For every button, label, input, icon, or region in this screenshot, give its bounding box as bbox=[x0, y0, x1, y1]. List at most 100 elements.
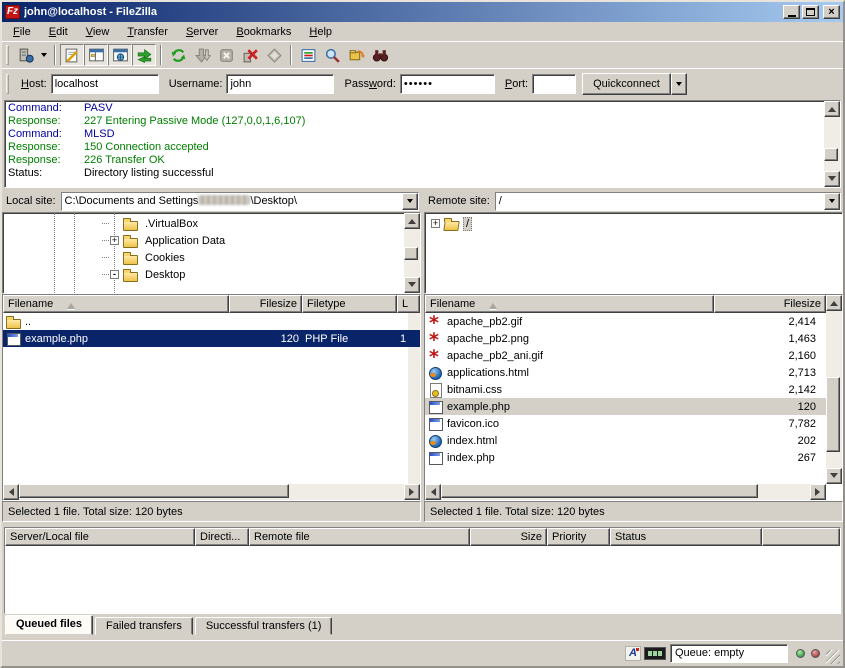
menu-transfer[interactable]: Transfer bbox=[118, 23, 177, 41]
reconnect-button[interactable] bbox=[262, 44, 286, 66]
menu-help[interactable]: Help bbox=[300, 23, 341, 41]
remote-tree-toggle-button[interactable] bbox=[108, 44, 132, 66]
scroll-down-button[interactable] bbox=[824, 171, 840, 187]
message-log: Command:PASV Response:227 Entering Passi… bbox=[4, 100, 841, 188]
local-site-dropdown-button[interactable] bbox=[402, 193, 418, 210]
menu-edit[interactable]: Edit bbox=[40, 23, 77, 41]
folder-icon bbox=[123, 217, 138, 230]
menu-server[interactable]: Server bbox=[177, 23, 227, 41]
scroll-right-button[interactable] bbox=[810, 484, 826, 500]
maximize-button[interactable] bbox=[802, 5, 819, 19]
tab-successful-transfers[interactable]: Successful transfers (1) bbox=[195, 617, 333, 635]
directory-listing-filters-button[interactable] bbox=[296, 44, 320, 66]
toolbar-grip[interactable] bbox=[6, 45, 9, 65]
quickconnect-dropdown-button[interactable] bbox=[671, 73, 687, 95]
file-row-parent[interactable]: .. bbox=[3, 313, 420, 330]
scrollbar-thumb[interactable] bbox=[824, 148, 838, 161]
column-header-priority[interactable]: Priority bbox=[547, 528, 610, 546]
scroll-up-button[interactable] bbox=[826, 295, 842, 311]
chevron-down-icon bbox=[829, 199, 835, 206]
file-row[interactable]: applications.html 2,713 bbox=[425, 364, 826, 381]
remote-horizontal-scrollbar[interactable] bbox=[425, 484, 826, 500]
port-input[interactable] bbox=[532, 74, 576, 94]
menu-file[interactable]: File bbox=[4, 23, 40, 41]
scroll-left-button[interactable] bbox=[425, 484, 441, 500]
scrollbar-thumb[interactable] bbox=[404, 247, 418, 259]
file-row[interactable]: apache_pb2_ani.gif 2,160 bbox=[425, 347, 826, 364]
tree-item-root[interactable]: / bbox=[425, 215, 842, 232]
find-files-button[interactable] bbox=[368, 44, 392, 66]
remote-vertical-scrollbar[interactable] bbox=[826, 295, 842, 484]
tree-item-application-data[interactable]: Application Data bbox=[3, 232, 404, 249]
username-input[interactable] bbox=[226, 74, 334, 94]
tree-item-cookies[interactable]: Cookies bbox=[3, 249, 404, 266]
tree-item-desktop[interactable]: Desktop bbox=[3, 266, 404, 283]
disconnect-button[interactable] bbox=[238, 44, 262, 66]
password-input[interactable] bbox=[400, 74, 495, 94]
log-scrollbar[interactable] bbox=[824, 101, 840, 187]
scrollbar-thumb[interactable] bbox=[441, 484, 758, 498]
scroll-up-button[interactable] bbox=[824, 101, 840, 117]
speed-limits-icon[interactable] bbox=[644, 647, 666, 660]
scroll-right-button[interactable] bbox=[404, 484, 420, 500]
column-header-remote-file[interactable]: Remote file bbox=[249, 528, 470, 546]
column-header-filename[interactable]: Filename bbox=[3, 295, 229, 313]
directory-comparison-button[interactable] bbox=[320, 44, 344, 66]
local-horizontal-scrollbar[interactable] bbox=[3, 484, 420, 500]
data-type-indicator-icon[interactable]: A bbox=[625, 646, 641, 661]
column-header-lastmodified[interactable]: L bbox=[397, 295, 420, 313]
quickconnect-grip[interactable] bbox=[6, 74, 9, 94]
column-header-filetype[interactable]: Filetype bbox=[302, 295, 397, 313]
tree-item-virtualbox[interactable]: .VirtualBox bbox=[3, 215, 404, 232]
host-input[interactable] bbox=[51, 74, 159, 94]
column-header-filesize[interactable]: Filesize bbox=[229, 295, 302, 313]
tree-expander[interactable] bbox=[110, 270, 119, 279]
file-row-example-php[interactable]: example.php 120 PHP File 1 bbox=[3, 330, 420, 347]
log-line: Response:227 Entering Passive Mode (127,… bbox=[8, 115, 822, 128]
local-tree-scrollbar[interactable] bbox=[404, 213, 420, 293]
column-header-server-local-file[interactable]: Server/Local file bbox=[5, 528, 195, 546]
quickconnect-button[interactable]: Quickconnect bbox=[582, 73, 671, 95]
close-button[interactable]: × bbox=[823, 5, 840, 19]
tree-expander[interactable] bbox=[431, 219, 440, 228]
tab-failed-transfers[interactable]: Failed transfers bbox=[95, 617, 193, 635]
site-manager-dropdown-button[interactable] bbox=[37, 44, 50, 66]
file-row[interactable]: index.html 202 bbox=[425, 432, 826, 449]
column-header-status[interactable]: Status bbox=[610, 528, 762, 546]
arrow-up-icon bbox=[830, 297, 838, 306]
local-site-combo[interactable]: C:\Documents and Settings\Desktop\ bbox=[61, 192, 419, 211]
scroll-up-button[interactable] bbox=[404, 213, 420, 229]
cancel-operation-button[interactable] bbox=[214, 44, 238, 66]
scrollbar-thumb[interactable] bbox=[826, 377, 840, 452]
remote-site-dropdown-button[interactable] bbox=[824, 193, 840, 210]
site-manager-button[interactable] bbox=[13, 44, 37, 66]
refresh-button[interactable] bbox=[166, 44, 190, 66]
menu-view[interactable]: View bbox=[77, 23, 119, 41]
synchronized-browsing-button[interactable] bbox=[344, 44, 368, 66]
resize-grip-icon[interactable] bbox=[826, 650, 840, 664]
scroll-down-button[interactable] bbox=[404, 277, 420, 293]
column-header-filesize[interactable]: Filesize bbox=[714, 295, 826, 313]
file-row-example-php[interactable]: example.php 120 bbox=[425, 398, 826, 415]
transfer-queue-toggle-button[interactable] bbox=[132, 44, 156, 66]
file-row[interactable]: index.php 267 bbox=[425, 449, 826, 466]
column-header-size[interactable]: Size bbox=[470, 528, 547, 546]
menu-bookmarks[interactable]: Bookmarks bbox=[227, 23, 300, 41]
scrollbar-thumb[interactable] bbox=[19, 484, 289, 498]
process-queue-button[interactable] bbox=[190, 44, 214, 66]
scroll-down-button[interactable] bbox=[826, 468, 842, 484]
local-tree-toggle-button[interactable] bbox=[84, 44, 108, 66]
file-row[interactable]: apache_pb2.gif 2,414 bbox=[425, 313, 826, 330]
image-file-icon bbox=[428, 349, 443, 362]
message-log-toggle-button[interactable] bbox=[60, 44, 84, 66]
tab-queued-files[interactable]: Queued files bbox=[5, 615, 93, 635]
tree-expander[interactable] bbox=[110, 236, 119, 245]
minimize-button[interactable] bbox=[783, 5, 800, 19]
file-row[interactable]: bitnami.css 2,142 bbox=[425, 381, 826, 398]
file-row[interactable]: favicon.ico 7,782 bbox=[425, 415, 826, 432]
column-header-direction[interactable]: Directi... bbox=[195, 528, 249, 546]
column-header-filename[interactable]: Filename bbox=[425, 295, 714, 313]
remote-site-combo[interactable]: / bbox=[495, 192, 841, 211]
scroll-left-button[interactable] bbox=[3, 484, 19, 500]
file-row[interactable]: apache_pb2.png 1,463 bbox=[425, 330, 826, 347]
